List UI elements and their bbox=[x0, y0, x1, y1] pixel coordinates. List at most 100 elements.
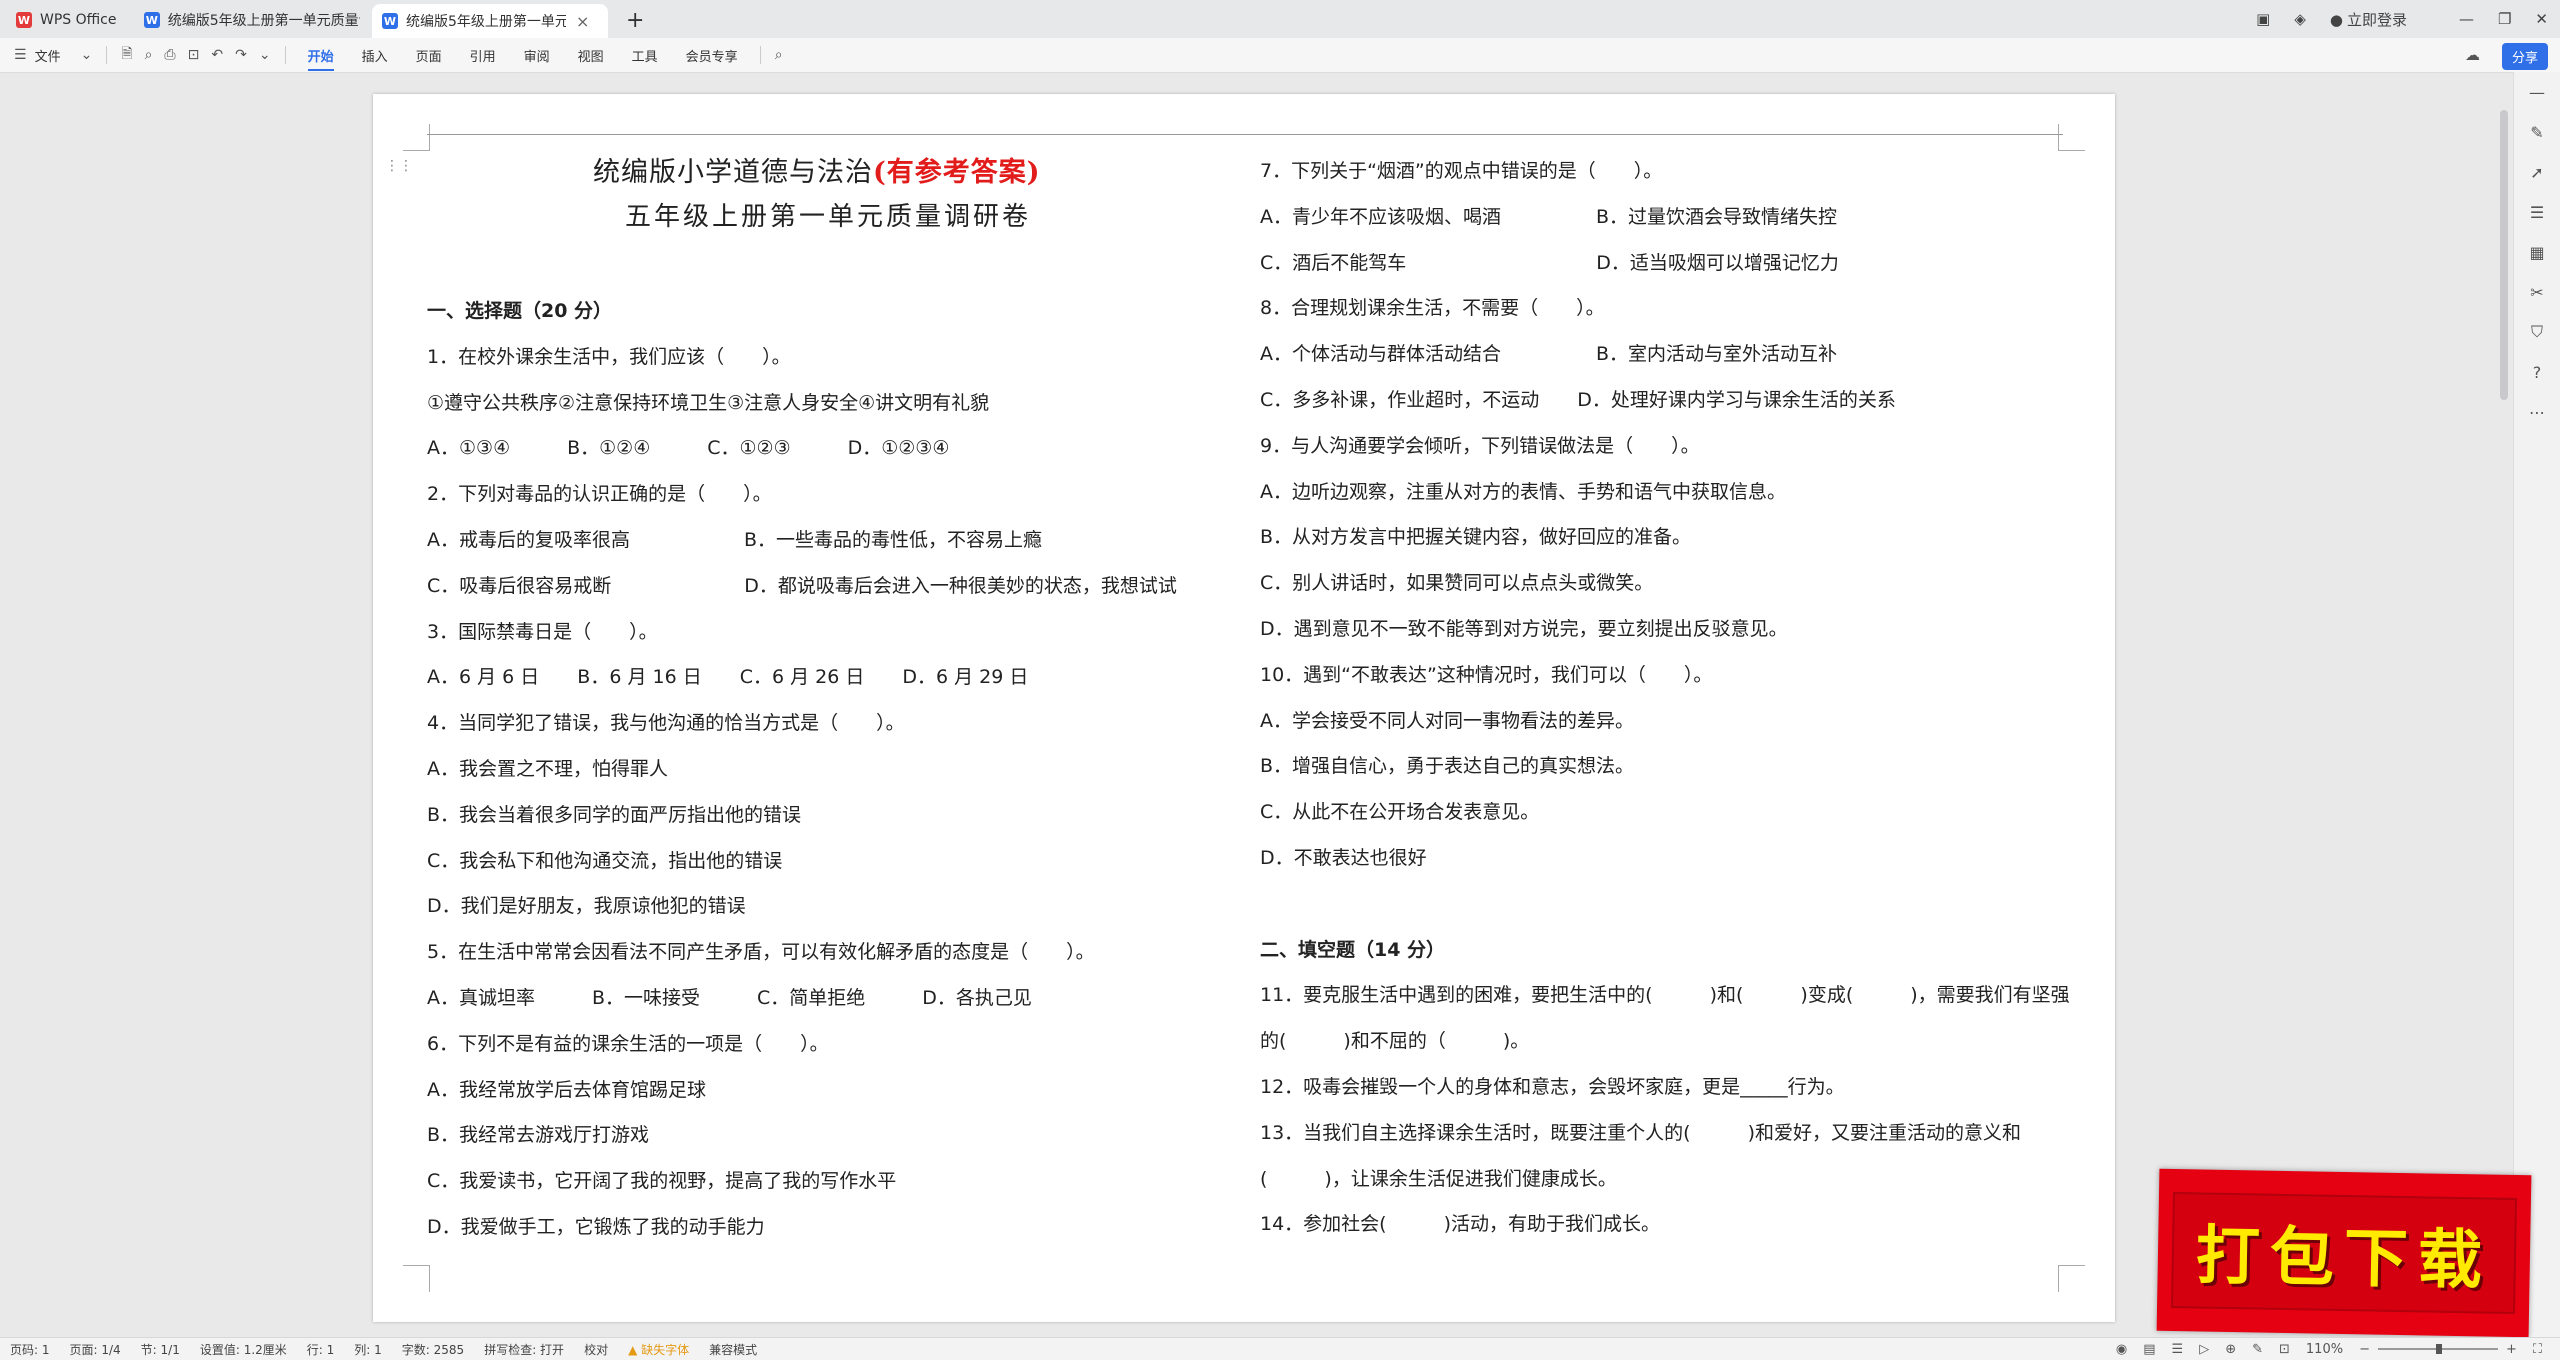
shirt-icon[interactable]: ⛉ bbox=[2514, 312, 2560, 352]
question-line: 3．国际禁毒日是（ ）。 bbox=[427, 620, 658, 643]
zoom-thumb[interactable] bbox=[2435, 1344, 2442, 1354]
web-view-icon[interactable]: ⊕ bbox=[2225, 1342, 2236, 1357]
file-menu[interactable]: 文件 bbox=[35, 46, 61, 65]
question-line: C．从此不在公开场合发表意见。 bbox=[1260, 801, 1540, 824]
question-line: A．我会置之不理，怕得罪人 bbox=[427, 758, 668, 780]
cloud-icon[interactable]: ☁ bbox=[2465, 46, 2480, 64]
status-setting[interactable]: 设置值: 1.2厘米 bbox=[200, 1341, 287, 1358]
section-heading: 一、选择题（20 分） bbox=[427, 300, 613, 322]
menu-view[interactable]: 视图 bbox=[578, 46, 604, 65]
login-button[interactable]: ● 立即登录 bbox=[2330, 9, 2407, 30]
question-line: C．酒后不能驾车 D．适当吸烟可以增强记忆力 bbox=[1260, 251, 1839, 274]
question-line: B．我经常去游戏厅打游戏 bbox=[427, 1124, 650, 1147]
play-icon[interactable]: ▷ bbox=[2199, 1342, 2209, 1357]
document-subtitle: 五年级上册第一单元质量调研卷 bbox=[625, 202, 1032, 232]
close-tab-icon[interactable]: × bbox=[576, 12, 589, 31]
vertical-scrollbar[interactable] bbox=[2500, 110, 2508, 400]
zoom-level[interactable]: 110% bbox=[2306, 1342, 2343, 1357]
question-line: A．6 月 6 日 B．6 月 16 日 C．6 月 26 日 D．6 月 29… bbox=[427, 666, 1029, 689]
print-preview-icon[interactable]: ⊡ bbox=[188, 47, 200, 63]
help-icon[interactable]: ? bbox=[2514, 352, 2560, 392]
question-line: A．我经常放学后去体育馆踢足球 bbox=[427, 1078, 706, 1101]
share-button[interactable]: 分享 bbox=[2501, 43, 2548, 70]
status-section[interactable]: 节: 1/1 bbox=[141, 1341, 180, 1358]
close-window-icon[interactable]: ✕ bbox=[2535, 10, 2548, 28]
cube-icon[interactable]: ◈ bbox=[2294, 10, 2306, 28]
adjust-icon[interactable]: ☰ bbox=[2514, 192, 2560, 232]
eye-icon[interactable]: ◉ bbox=[2116, 1342, 2127, 1357]
divider bbox=[106, 46, 108, 64]
zoom-out-icon[interactable]: − bbox=[2359, 1342, 2370, 1357]
chevron-down-icon[interactable]: ⌄ bbox=[259, 47, 271, 63]
menu-insert[interactable]: 插入 bbox=[362, 46, 388, 65]
header-line bbox=[427, 134, 2063, 135]
status-compat-mode[interactable]: 兼容模式 bbox=[709, 1341, 757, 1358]
menu-home[interactable]: 开始 bbox=[307, 46, 334, 71]
image-icon[interactable]: ▦ bbox=[2514, 232, 2560, 272]
question-line: C．吸毒后很容易戒断 D．都说吸毒后会进入一种很美妙的状态，我想试试 bbox=[427, 574, 1177, 597]
status-word-count[interactable]: 字数: 2585 bbox=[402, 1341, 464, 1358]
status-missing-font[interactable]: ▲ 缺失字体 bbox=[628, 1341, 689, 1358]
zoom-slider[interactable] bbox=[2377, 1344, 2498, 1354]
question-line: ①遵守公共秩序②注意保持环境卫生③注意人身安全④讲文明有礼貌 bbox=[427, 391, 990, 414]
menu-references[interactable]: 引用 bbox=[470, 46, 496, 65]
print-icon[interactable]: ⎙ bbox=[164, 47, 175, 63]
status-page-count[interactable]: 页面: 1/4 bbox=[70, 1341, 121, 1358]
status-proofread[interactable]: 校对 bbox=[584, 1341, 608, 1358]
divider bbox=[284, 46, 286, 64]
question-line: A．真诚坦率 B．一味接受 C．简单拒绝 D．各执己见 bbox=[427, 987, 1032, 1009]
tools-icon[interactable]: ✂ bbox=[2514, 272, 2560, 312]
new-tab-button[interactable]: + bbox=[616, 4, 656, 36]
question-line: ( )，让课余生活促进我们健康成长。 bbox=[1260, 1167, 1617, 1190]
tab-document-1[interactable]: W 统编版5年级上册第一单元质量调研卷 bbox=[134, 4, 370, 36]
question-line: A．学会接受不同人对同一事物看法的差异。 bbox=[1260, 709, 1634, 732]
outline-view-icon[interactable]: ☰ bbox=[2172, 1342, 2184, 1357]
menu-icon[interactable]: ☰ bbox=[14, 47, 27, 63]
tab-label: WPS Office bbox=[40, 12, 117, 28]
menu-review[interactable]: 审阅 bbox=[524, 46, 550, 65]
question-line: A．个体活动与群体活动结合 B．室内活动与室外活动互补 bbox=[1260, 343, 1838, 366]
page-view-icon[interactable]: ▤ bbox=[2143, 1342, 2155, 1357]
status-row[interactable]: 行: 1 bbox=[307, 1341, 335, 1358]
title-bar: W WPS Office W 统编版5年级上册第一单元质量调研卷 W 统编版5年… bbox=[0, 0, 2560, 39]
drag-handle-icon[interactable]: ⋮⋮ bbox=[385, 158, 413, 174]
select-icon[interactable]: ➚ bbox=[2514, 152, 2560, 192]
question-line: 2．下列对毒品的认识正确的是（ ）。 bbox=[427, 483, 772, 506]
word-doc-icon: W bbox=[382, 13, 398, 29]
download-badge[interactable]: 打包下载 bbox=[2156, 1168, 2532, 1338]
more-icon[interactable]: ⋯ bbox=[2514, 392, 2560, 432]
question-line: 13．当我们自主选择课余生活时，既要注重个人的( )和爱好，又要注重活动的意义和 bbox=[1260, 1121, 2022, 1144]
question-line: B．我会当着很多同学的面严厉指出他的错误 bbox=[427, 803, 802, 826]
layout-icon[interactable]: ▣ bbox=[2256, 10, 2270, 28]
pen-icon[interactable]: ✎ bbox=[2514, 112, 2560, 152]
search-icon[interactable]: ⌕ bbox=[775, 47, 783, 63]
undo-icon[interactable]: ↶ bbox=[211, 47, 223, 63]
minimize-icon[interactable]: — bbox=[2459, 10, 2474, 28]
question-line: D．遇到意见不一致不能等到对方说完，要立刻提出反驳意见。 bbox=[1260, 618, 1788, 640]
status-col[interactable]: 列: 1 bbox=[354, 1341, 382, 1358]
edit-icon[interactable]: ✎ bbox=[2252, 1342, 2263, 1357]
tab-label: 统编版5年级上册第一单元质量调 bbox=[406, 14, 566, 30]
question-line: C．我会私下和他沟通交流，指出他的错误 bbox=[427, 849, 783, 872]
tab-label: 统编版5年级上册第一单元质量调研卷 bbox=[167, 13, 360, 29]
menu-member[interactable]: 会员专享 bbox=[686, 46, 738, 65]
badge-inner: 打包下载 bbox=[2171, 1192, 2517, 1314]
fit-icon[interactable]: ⊡ bbox=[2279, 1342, 2290, 1357]
menu-page[interactable]: 页面 bbox=[416, 46, 442, 65]
fullscreen-icon[interactable]: ⛶ bbox=[2533, 1342, 2542, 1357]
document-page[interactable]: ⋮⋮ 统编版小学道德与法治(有参考答案) 五年级上册第一单元质量调研卷 一、选择… bbox=[373, 94, 2115, 1322]
menu-tools[interactable]: 工具 bbox=[632, 46, 658, 65]
word-doc-icon: W bbox=[144, 12, 160, 28]
zoom-in-icon[interactable]: + bbox=[2506, 1342, 2517, 1357]
tab-wps-office[interactable]: W WPS Office bbox=[6, 4, 132, 36]
status-page-code[interactable]: 页码: 1 bbox=[10, 1341, 50, 1358]
tab-document-active[interactable]: W 统编版5年级上册第一单元质量调 × bbox=[372, 4, 608, 38]
restore-icon[interactable]: ❐ bbox=[2498, 10, 2511, 28]
save-icon[interactable]: 🗎 bbox=[121, 43, 132, 67]
document-title: 统编版小学道德与法治(有参考答案) bbox=[593, 157, 1041, 188]
collapse-icon[interactable]: — bbox=[2514, 72, 2560, 112]
status-spell-check[interactable]: 拼写检查: 打开 bbox=[484, 1341, 564, 1358]
format-painter-icon[interactable]: ⌕ bbox=[145, 47, 153, 63]
redo-icon[interactable]: ↷ bbox=[235, 47, 247, 63]
crop-mark bbox=[2058, 124, 2085, 151]
